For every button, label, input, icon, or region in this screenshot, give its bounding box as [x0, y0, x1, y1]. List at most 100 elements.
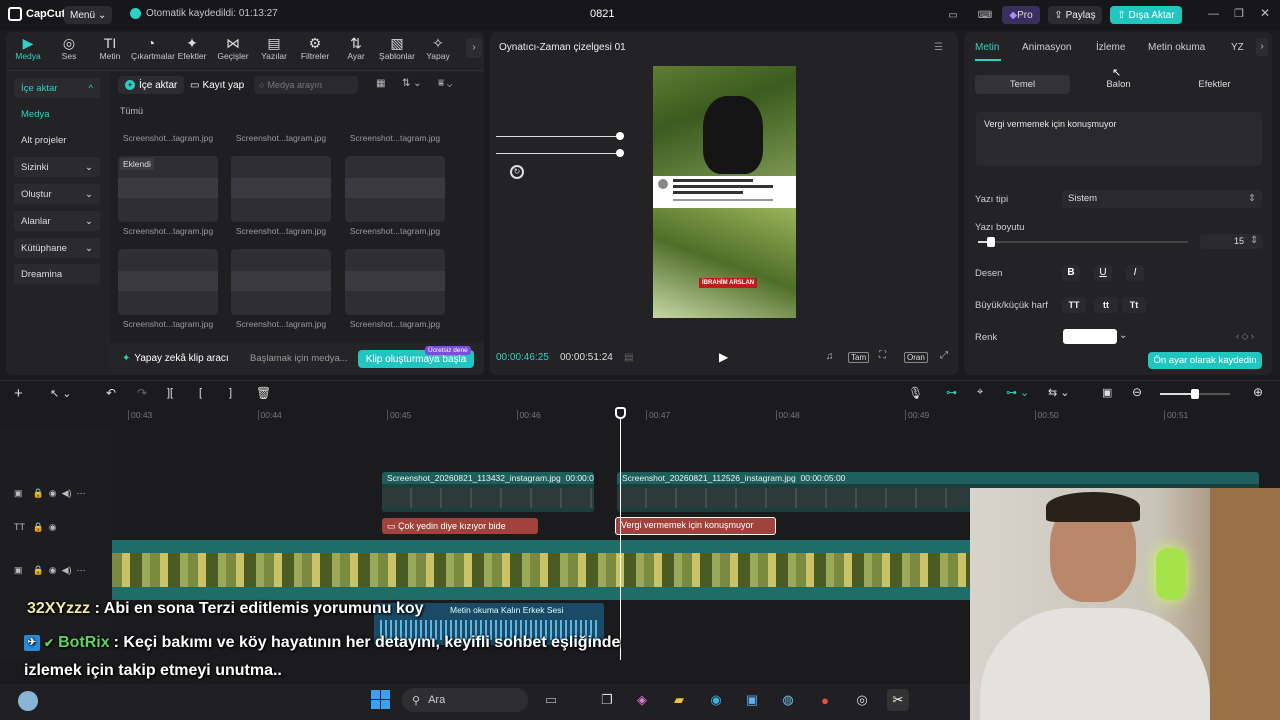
inspector-tab-3[interactable]: Metin okuma — [1148, 42, 1205, 53]
chevron-down-icon[interactable]: ⌄ — [1119, 330, 1127, 341]
obs-icon[interactable]: ◎ — [851, 689, 873, 711]
sidebar-item-6[interactable]: Kütüphane ⌄ — [14, 238, 100, 258]
link-icon[interactable]: ⊶ ⌄ — [1006, 386, 1029, 399]
weather-icon[interactable] — [18, 691, 38, 711]
sidebar-item-2[interactable]: Alt projeler — [14, 130, 100, 150]
lock-icon[interactable]: 🔒 — [33, 565, 44, 575]
shortcut-icon[interactable]: ⌨ — [976, 6, 994, 24]
playhead[interactable] — [620, 408, 621, 660]
inspector-subtab-1[interactable]: Balon — [1071, 75, 1166, 94]
tool-captions[interactable]: ▤ Yazılar — [254, 35, 294, 61]
split-icon[interactable]: ][ — [167, 387, 173, 399]
tool-effects[interactable]: ✦ Efektler — [172, 35, 212, 61]
copilot-icon[interactable]: ◈ — [631, 689, 653, 711]
playhead-handle[interactable] — [615, 407, 626, 419]
tool-templates[interactable]: ▧ Şablonlar — [377, 35, 417, 61]
tool-audio[interactable]: ◎ Ses — [49, 35, 89, 61]
export-button[interactable]: ⇧ Dışa Aktar — [1110, 6, 1182, 24]
full-button[interactable]: Tam — [848, 352, 870, 363]
preview-axis-icon[interactable]: ⇆ ⌄ — [1048, 386, 1070, 399]
record-button[interactable]: ▭ Kayıt yap — [186, 76, 248, 94]
tool-media[interactable]: ▶ Medya — [8, 35, 48, 61]
font-select[interactable]: Sistem ⇕ — [1062, 190, 1262, 208]
resize-handle[interactable] — [616, 132, 624, 140]
windows-start-icon[interactable] — [371, 690, 390, 709]
maximize-icon[interactable]: ❐ — [1234, 7, 1244, 20]
bold-button[interactable]: B — [1062, 265, 1080, 281]
text-clip-1[interactable]: ▭ Çok yedin diye kızıyor bide — [382, 518, 538, 534]
tool-transitions[interactable]: ⋈ Geçişler — [213, 35, 253, 61]
tool-filters[interactable]: ⚙ Filtreler — [295, 35, 335, 61]
close-icon[interactable]: ✕ — [1260, 6, 1270, 20]
keyframe-icon[interactable]: ‹ ◇ › — [1236, 331, 1254, 342]
text-content-input[interactable]: Vergi vermemek için konuşmuyor — [976, 112, 1262, 166]
menu-button[interactable]: Menü ⌄ — [64, 6, 113, 24]
eye-icon[interactable]: ◉ — [49, 522, 57, 532]
zoom-out-icon[interactable]: ⊖ — [1132, 385, 1142, 399]
add-track-icon[interactable]: + — [14, 385, 23, 402]
proxy-icon[interactable]: ▤ — [624, 352, 633, 363]
redo-icon[interactable]: ↷ — [137, 386, 147, 400]
delete-icon[interactable]: 🗑 — [256, 386, 271, 400]
undo-icon[interactable]: ↶ — [106, 386, 116, 400]
widgets-icon[interactable]: ▭ — [540, 689, 562, 711]
media-thumbnail[interactable] — [345, 249, 445, 315]
trim-left-icon[interactable]: [ — [199, 387, 202, 399]
media-thumbnail[interactable] — [231, 249, 331, 315]
speaker-icon[interactable]: ◀) — [62, 488, 72, 498]
tool-ai[interactable]: ✧ Yapay — [418, 35, 458, 61]
italic-button[interactable]: I — [1126, 265, 1144, 281]
speaker-icon[interactable]: ◀) — [62, 565, 72, 575]
color-swatch[interactable] — [1063, 329, 1117, 344]
globe-icon[interactable]: ◍ — [777, 689, 799, 711]
audio-wave-icon[interactable]: ♫ — [826, 351, 834, 362]
tool-sticker[interactable]: ◔ Çıkartmalar — [131, 35, 175, 61]
inspector-tab-4[interactable]: YZ — [1231, 42, 1244, 53]
import-button[interactable]: + İçe aktar — [118, 76, 185, 94]
size-slider-track[interactable] — [978, 241, 1188, 243]
filter-all[interactable]: Tümü — [120, 106, 143, 116]
fullscreen-icon[interactable]: ⤢ — [940, 350, 948, 361]
store-icon[interactable]: ▣ — [741, 689, 763, 711]
size-slider-thumb[interactable] — [986, 237, 995, 247]
save-preset-button[interactable]: Ön ayar olarak kaydedin — [1148, 352, 1262, 369]
chrome-icon[interactable]: ● — [814, 689, 836, 711]
sidebar-item-0[interactable]: İçe aktar ^ — [14, 78, 100, 98]
layout-icon[interactable]: ▭ — [944, 6, 962, 24]
preview-video[interactable]: İBRAHİM ARSLAN — [653, 66, 796, 318]
eye-icon[interactable]: ◉ — [49, 488, 57, 498]
ratio-button[interactable]: Oran — [904, 352, 928, 363]
sidebar-item-3[interactable]: Sizinki ⌄ — [14, 157, 100, 177]
filter-icon[interactable]: ⩸ ⌄ — [438, 78, 452, 89]
toolbar-scroll-right-icon[interactable]: › — [466, 38, 482, 58]
inspector-tab-2[interactable]: İzleme — [1096, 42, 1125, 53]
inspector-tab-1[interactable]: Animasyon — [1022, 42, 1071, 53]
inspector-tab-0[interactable]: Metin — [975, 42, 999, 53]
lock-icon[interactable]: 🔒 — [33, 488, 44, 498]
media-thumbnail[interactable] — [118, 249, 218, 315]
select-tool-icon[interactable]: ↖ ⌄ — [50, 387, 72, 400]
rotate-icon[interactable]: ↻ — [510, 165, 524, 179]
caption-icon[interactable]: ▣ — [1102, 386, 1112, 399]
inspector-subtab-0[interactable]: Temel — [975, 75, 1070, 94]
tabs-scroll-right-icon[interactable]: › — [1256, 38, 1268, 56]
tool-text[interactable]: TI Metin — [90, 35, 130, 61]
sidebar-item-5[interactable]: Alanlar ⌄ — [14, 211, 100, 231]
player-menu-icon[interactable]: ☰ — [934, 42, 943, 53]
zoom-slider-thumb[interactable] — [1191, 389, 1199, 399]
auto-snap-icon[interactable]: ⌖ — [977, 386, 983, 399]
sort-icon[interactable]: ⇅ ⌄ — [402, 78, 422, 89]
media-thumbnail[interactable] — [345, 156, 445, 222]
ai-clip-tool[interactable]: ✦ Yapay zekâ klip aracı — [122, 353, 229, 364]
focus-icon[interactable]: ⛶ — [879, 350, 886, 361]
inspector-subtab-2[interactable]: Efektler — [1167, 75, 1262, 94]
minimize-icon[interactable]: — — [1208, 8, 1219, 20]
case-upper-button[interactable]: TT — [1062, 297, 1086, 313]
link-main-track-icon[interactable]: ⊶ — [946, 386, 957, 399]
view-grid-icon[interactable]: ▦ — [376, 78, 385, 89]
sidebar-item-1[interactable]: Medya — [14, 104, 100, 124]
media-thumbnail[interactable] — [231, 156, 331, 222]
case-title-button[interactable]: Tt — [1122, 297, 1146, 313]
more-icon[interactable]: ⋯ — [77, 565, 86, 575]
share-button[interactable]: ⇪ Paylaş — [1048, 6, 1102, 24]
